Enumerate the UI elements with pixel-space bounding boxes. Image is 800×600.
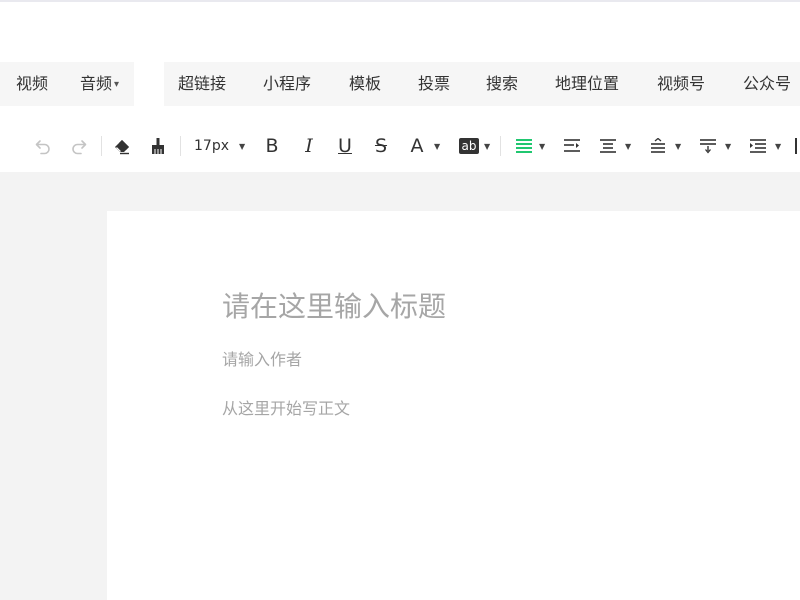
insert-location-label: 地理位置 bbox=[555, 74, 620, 93]
redo-icon bbox=[72, 140, 87, 155]
title-input[interactable]: 请在这里输入标题 bbox=[222, 287, 446, 327]
bold-button[interactable]: B bbox=[263, 133, 281, 159]
insert-audio-label: 音频 bbox=[80, 74, 113, 93]
top-border bbox=[0, 0, 800, 2]
insert-search-button[interactable]: 搜索 bbox=[486, 62, 518, 106]
insert-template-button[interactable]: 模板 bbox=[349, 62, 381, 106]
font-size-value: 17px bbox=[194, 138, 229, 154]
insert-vote-button[interactable]: 投票 bbox=[418, 62, 450, 106]
insert-video-label: 视频 bbox=[16, 74, 49, 93]
insert-official-account-label: 公众号 bbox=[743, 74, 792, 93]
editor-paper[interactable] bbox=[107, 211, 800, 600]
format-painter-button[interactable] bbox=[147, 134, 169, 158]
paragraph-spacing-icon bbox=[700, 139, 716, 154]
list-indent-icon bbox=[750, 139, 766, 153]
insert-official-account-button[interactable]: 公众号 bbox=[743, 62, 791, 106]
chevron-down-icon: ▼ bbox=[484, 142, 491, 151]
chevron-down-icon: ▼ bbox=[675, 142, 682, 151]
indent-button[interactable] bbox=[561, 134, 583, 158]
redo-button[interactable] bbox=[68, 134, 90, 158]
chevron-down-icon: ▾ bbox=[114, 79, 120, 90]
chevron-down-icon: ▼ bbox=[725, 142, 732, 151]
insert-menu-bar: 视频 音频 ▾ 超链接 小程序 模板 投票 搜索 地理位置 视频号 公众号 bbox=[0, 62, 800, 106]
toolbar-divider bbox=[180, 136, 181, 156]
insert-hyperlink-label: 超链接 bbox=[178, 74, 227, 93]
font-color-button[interactable]: A bbox=[408, 133, 426, 159]
indent-icon bbox=[564, 139, 580, 152]
chevron-down-icon: ▼ bbox=[539, 142, 546, 151]
chevron-down-icon: ▼ bbox=[625, 142, 632, 151]
toolbar-divider bbox=[101, 136, 102, 156]
format-toolbar: 17px ▼ B I U S A ▼ ab ▼ ▼ ▼ ▼ ▼ ▼ bbox=[0, 120, 800, 172]
eraser-icon bbox=[115, 140, 129, 155]
insert-vote-label: 投票 bbox=[418, 74, 451, 93]
strikethrough-button[interactable]: S bbox=[372, 133, 390, 159]
list-indent-button[interactable] bbox=[747, 134, 769, 158]
toolbar-divider bbox=[500, 136, 501, 156]
paragraph-spacing-button[interactable] bbox=[697, 134, 719, 158]
align-justify-icon bbox=[516, 139, 532, 153]
align-center-icon bbox=[600, 139, 616, 153]
line-height-icon bbox=[651, 138, 665, 153]
insert-video-button[interactable]: 视频 bbox=[16, 62, 48, 106]
line-height-button[interactable] bbox=[647, 134, 669, 158]
insert-search-label: 搜索 bbox=[486, 74, 519, 93]
insert-channels-label: 视频号 bbox=[657, 74, 706, 93]
chevron-down-icon: ▼ bbox=[434, 142, 441, 151]
underline-button[interactable]: U bbox=[336, 133, 354, 159]
insert-audio-button[interactable]: 音频 ▾ bbox=[80, 62, 119, 106]
align-center-button[interactable] bbox=[597, 134, 619, 158]
chevron-down-icon: ▼ bbox=[239, 142, 246, 151]
insert-template-label: 模板 bbox=[349, 74, 382, 93]
insert-hyperlink-button[interactable]: 超链接 bbox=[178, 62, 226, 106]
chevron-down-icon: ▼ bbox=[775, 142, 782, 151]
insert-location-button[interactable]: 地理位置 bbox=[555, 62, 619, 106]
format-painter-icon bbox=[152, 138, 164, 154]
insert-channels-button[interactable]: 视频号 bbox=[657, 62, 705, 106]
clear-format-button[interactable] bbox=[110, 134, 134, 158]
body-editor[interactable]: 从这里开始写正文 bbox=[222, 397, 350, 421]
undo-button[interactable] bbox=[32, 134, 54, 158]
more-toolbar-icon[interactable] bbox=[795, 138, 800, 154]
insert-miniprogram-button[interactable]: 小程序 bbox=[263, 62, 311, 106]
undo-icon bbox=[35, 140, 50, 155]
author-input[interactable]: 请输入作者 bbox=[222, 348, 302, 372]
background-color-button[interactable]: ab bbox=[455, 134, 483, 158]
highlight-icon: ab bbox=[458, 138, 480, 154]
insert-miniprogram-label: 小程序 bbox=[263, 74, 312, 93]
italic-button[interactable]: I bbox=[300, 133, 318, 159]
font-size-select[interactable]: 17px bbox=[194, 134, 229, 158]
align-justify-button[interactable] bbox=[513, 134, 535, 158]
